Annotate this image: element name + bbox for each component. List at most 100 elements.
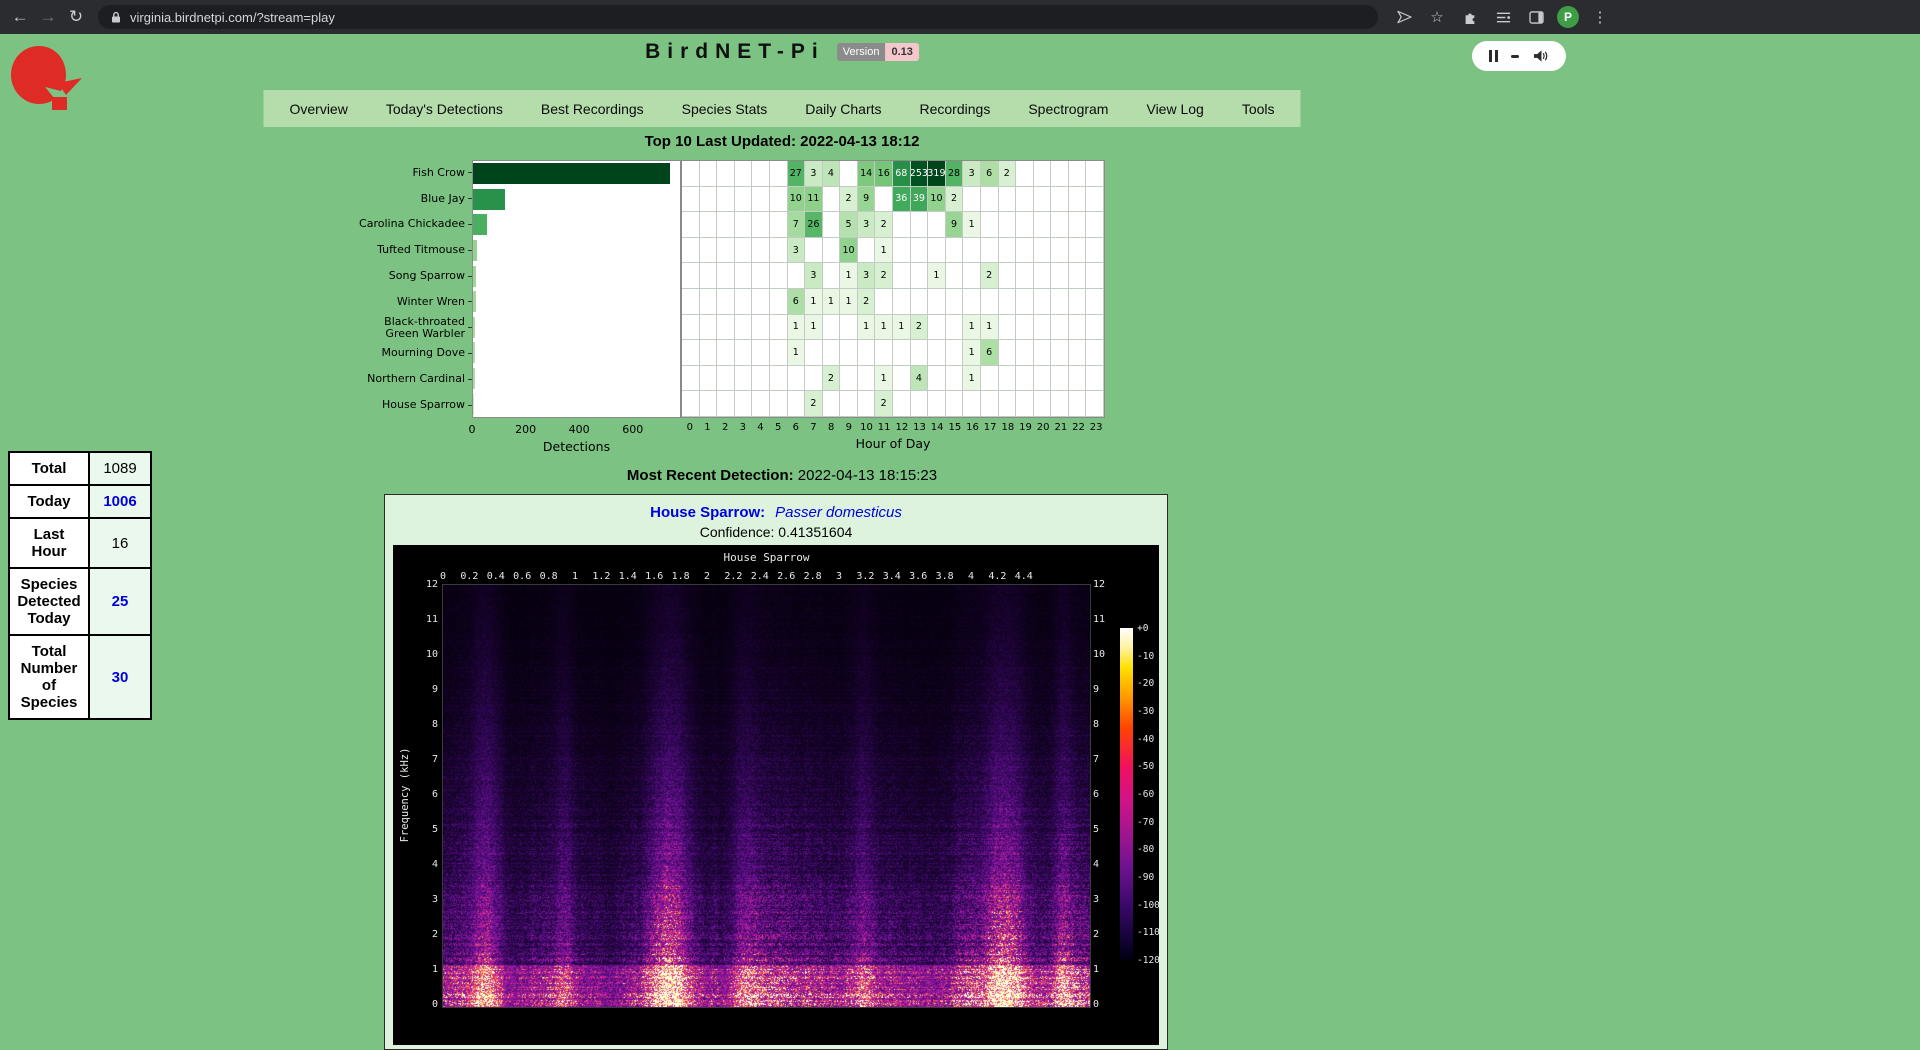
spectrogram-ytick: 0 <box>1093 999 1123 1010</box>
profile-avatar[interactable]: P <box>1557 6 1579 28</box>
heatmap-cell <box>911 263 929 289</box>
heatmap-cell <box>911 238 929 264</box>
heatmap-cell <box>946 391 964 417</box>
nav-item-tools[interactable]: Tools <box>1223 101 1294 117</box>
version-label: Version <box>837 43 886 61</box>
spectrogram-xtick: 1 <box>572 571 578 582</box>
spectrogram-xtick: 0 <box>440 571 446 582</box>
reading-list-icon[interactable] <box>1491 5 1515 29</box>
heatmap-cell <box>1051 187 1069 213</box>
heatmap-cell <box>1086 315 1104 341</box>
browser-menu-icon[interactable]: ⋮ <box>1588 5 1612 29</box>
hour-axis-tick: 11 <box>875 422 893 433</box>
hour-axis-tick: 5 <box>769 422 787 433</box>
heatmap-cell <box>682 289 700 315</box>
heatmap-cell <box>700 315 718 341</box>
heatmap-cell <box>770 391 788 417</box>
heatmap-cell <box>946 315 964 341</box>
heatmap-cell <box>1016 263 1034 289</box>
heatmap-cell <box>858 238 876 264</box>
heatmap-cell: 2 <box>999 161 1017 187</box>
spectrogram-ytick: 9 <box>393 684 438 695</box>
heatmap-cell <box>823 340 841 366</box>
heatmap-cell <box>963 263 981 289</box>
stat-value[interactable]: 1006 <box>89 485 151 518</box>
version-badge: Version 0.13 <box>837 43 919 61</box>
nav-item-view-log[interactable]: View Log <box>1127 101 1222 117</box>
recent-detection-card: House Sparrow:Passer domesticus Confiden… <box>384 494 1168 1050</box>
spectrogram-ylabel: Frequency (kHz) <box>399 748 411 843</box>
heatmap-cell <box>911 289 929 315</box>
nav-item-best-recordings[interactable]: Best Recordings <box>522 101 663 117</box>
heatmap-cell <box>752 161 770 187</box>
nav-item-daily-charts[interactable]: Daily Charts <box>786 101 900 117</box>
forward-icon[interactable]: → <box>34 3 62 31</box>
stats-table-body: Total1089Today1006Last Hour16Species Det… <box>9 452 151 719</box>
heatmap-cell: 68 <box>893 161 911 187</box>
heatmap-cell <box>1016 187 1034 213</box>
hour-heatmap: 2734141668253319283621011293639102726532… <box>681 160 1105 418</box>
stats-row: Total Number of Species30 <box>9 635 151 719</box>
species-label: Carolina Chickadee <box>277 212 472 238</box>
url-text[interactable]: virginia.birdnetpi.com/?stream=play <box>130 10 335 25</box>
heatmap-cell <box>1034 391 1052 417</box>
detection-common-name[interactable]: House Sparrow: <box>650 504 765 521</box>
reload-icon[interactable]: ↻ <box>62 3 90 31</box>
spectrogram-xtick: 0.8 <box>540 571 558 582</box>
pause-icon[interactable] <box>1489 50 1498 62</box>
stats-row: Species Detected Today25 <box>9 568 151 635</box>
heatmap-cell <box>1051 238 1069 264</box>
heatmap-cell <box>735 391 753 417</box>
heatmap-cell <box>1086 187 1104 213</box>
birdnetpi-logo[interactable] <box>8 45 82 111</box>
heatmap-cell <box>981 212 999 238</box>
heatmap-cell <box>682 212 700 238</box>
send-icon[interactable] <box>1392 5 1416 29</box>
browser-toolbar: ← → ↻ virginia.birdnetpi.com/?stream=pla… <box>0 0 1920 34</box>
nav-item-species-stats[interactable]: Species Stats <box>663 101 787 117</box>
heatmap-cell <box>946 366 964 392</box>
heatmap-cell: 1 <box>840 289 858 315</box>
heatmap-cell <box>1069 187 1087 213</box>
heatmap-cell <box>1069 391 1087 417</box>
stat-value[interactable]: 25 <box>89 568 151 635</box>
hour-axis-tick: 9 <box>840 422 858 433</box>
back-icon[interactable]: ← <box>6 3 34 31</box>
address-bar[interactable]: virginia.birdnetpi.com/?stream=play <box>98 5 1378 29</box>
hour-axis-tick: 16 <box>964 422 982 433</box>
nav-item-today-s-detections[interactable]: Today's Detections <box>367 101 522 117</box>
heatmap-cell <box>735 187 753 213</box>
spectrogram-xtick: 3.6 <box>909 571 927 582</box>
nav-item-overview[interactable]: Overview <box>270 101 366 117</box>
nav-item-recordings[interactable]: Recordings <box>901 101 1010 117</box>
spectrogram-xtick: 3.2 <box>856 571 874 582</box>
heatmap-cell <box>1086 340 1104 366</box>
heatmap-cell: 1 <box>805 289 823 315</box>
heatmap-cell: 3 <box>805 263 823 289</box>
stat-value[interactable]: 30 <box>89 635 151 719</box>
audio-player[interactable] <box>1472 41 1566 71</box>
heatmap-cell <box>700 238 718 264</box>
heatmap-cell <box>928 238 946 264</box>
heatmap-cell <box>1069 340 1087 366</box>
hour-axis-tick: 20 <box>1034 422 1052 433</box>
volume-icon[interactable] <box>1533 49 1549 63</box>
seek-handle[interactable] <box>1511 55 1519 58</box>
nav-item-spectrogram[interactable]: Spectrogram <box>1009 101 1127 117</box>
hour-axis-tick: 15 <box>946 422 964 433</box>
heatmap-cell <box>840 315 858 341</box>
hour-axis-ticks: 01234567891011121314151617181920212223 <box>681 422 1105 433</box>
heatmap-cell <box>911 391 929 417</box>
heatmap-cell: 2 <box>946 187 964 213</box>
heatmap-cell: 7 <box>788 212 806 238</box>
extensions-puzzle-icon[interactable] <box>1458 5 1482 29</box>
stat-value: 1089 <box>89 452 151 485</box>
spectrogram-xtick: 4.4 <box>1015 571 1033 582</box>
heatmap-cell <box>682 391 700 417</box>
heatmap-cell <box>805 366 823 392</box>
bookmark-star-icon[interactable]: ☆ <box>1425 5 1449 29</box>
heatmap-cell <box>700 289 718 315</box>
side-panel-icon[interactable] <box>1524 5 1548 29</box>
spectrogram-ytick: 4 <box>393 859 438 870</box>
hour-axis-tick: 4 <box>752 422 770 433</box>
